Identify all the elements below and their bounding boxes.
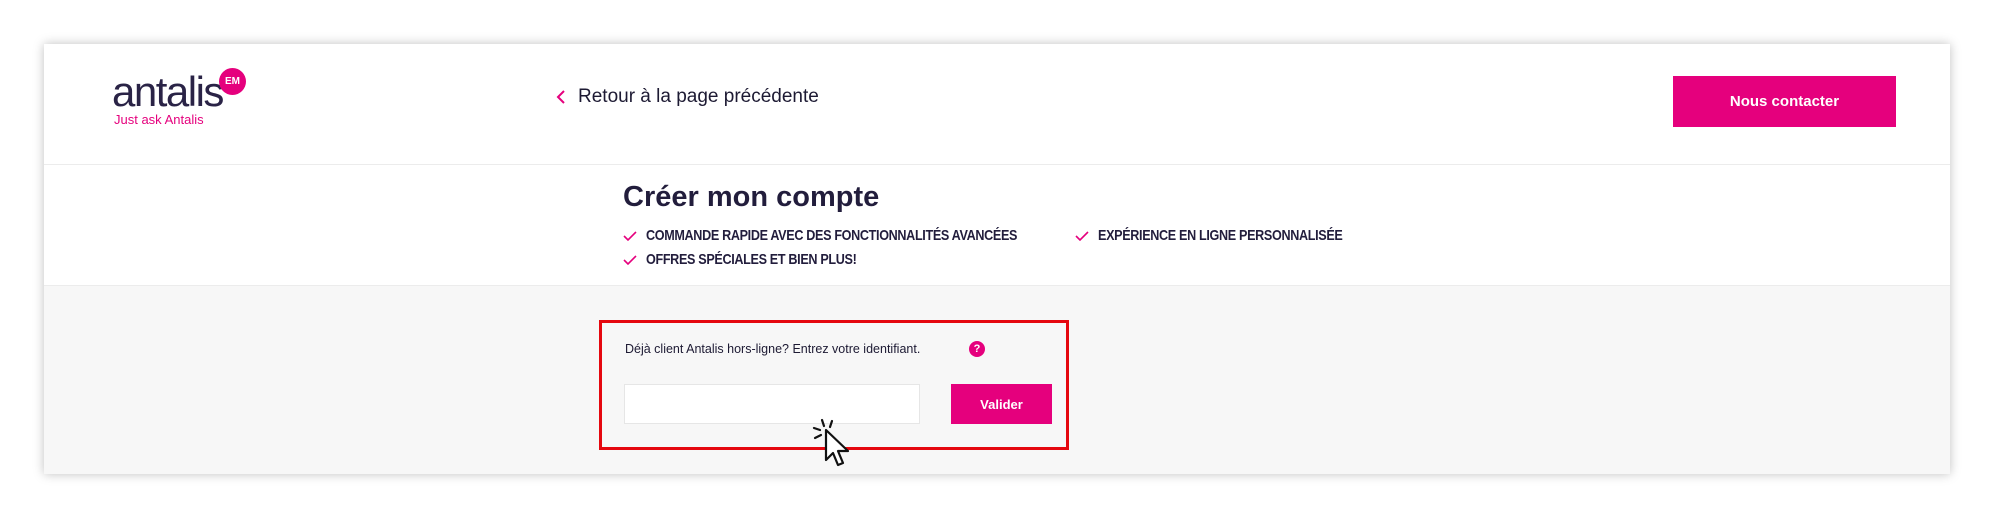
existing-customer-prompt: Déjà client Antalis hors-ligne? Entrez v… xyxy=(625,342,921,356)
form-section: Déjà client Antalis hors-ligne? Entrez v… xyxy=(44,286,1950,474)
customer-id-input[interactable] xyxy=(624,384,920,424)
chevron-left-icon xyxy=(556,90,565,104)
page-frame: antalis EM Just ask Antalis Retour à la … xyxy=(44,44,1950,474)
checkmark-icon xyxy=(1075,230,1089,241)
feature-item: COMMANDE RAPIDE AVEC DES FONCTIONNALITÉS… xyxy=(623,227,1088,244)
antalis-logo[interactable]: antalis EM Just ask Antalis xyxy=(112,68,252,128)
feature-label: EXPÉRIENCE EN LIGNE PERSONNALISÉE xyxy=(1098,227,1343,244)
mouse-pointer-icon xyxy=(812,418,850,467)
hero-section: Créer mon compte COMMANDE RAPIDE AVEC DE… xyxy=(44,165,1950,285)
logo-tagline: Just ask Antalis xyxy=(114,112,204,127)
help-icon[interactable]: ? xyxy=(969,341,985,357)
site-header: antalis EM Just ask Antalis Retour à la … xyxy=(44,44,1950,164)
feature-item: OFFRES SPÉCIALES ET BIEN PLUS! xyxy=(623,251,897,268)
logo-badge: EM xyxy=(219,68,246,95)
feature-label: OFFRES SPÉCIALES ET BIEN PLUS! xyxy=(646,251,857,268)
back-link[interactable]: Retour à la page précédente xyxy=(556,82,819,112)
logo-wordmark: antalis xyxy=(112,68,224,115)
checkmark-icon xyxy=(623,230,637,241)
page-title: Créer mon compte xyxy=(623,181,880,213)
checkmark-icon xyxy=(623,254,637,265)
contact-button[interactable]: Nous contacter xyxy=(1673,76,1896,127)
back-link-label: Retour à la page précédente xyxy=(578,86,819,107)
feature-label: COMMANDE RAPIDE AVEC DES FONCTIONNALITÉS… xyxy=(646,227,1018,244)
feature-item: EXPÉRIENCE EN LIGNE PERSONNALISÉE xyxy=(1075,227,1389,244)
validate-button[interactable]: Valider xyxy=(951,384,1052,424)
